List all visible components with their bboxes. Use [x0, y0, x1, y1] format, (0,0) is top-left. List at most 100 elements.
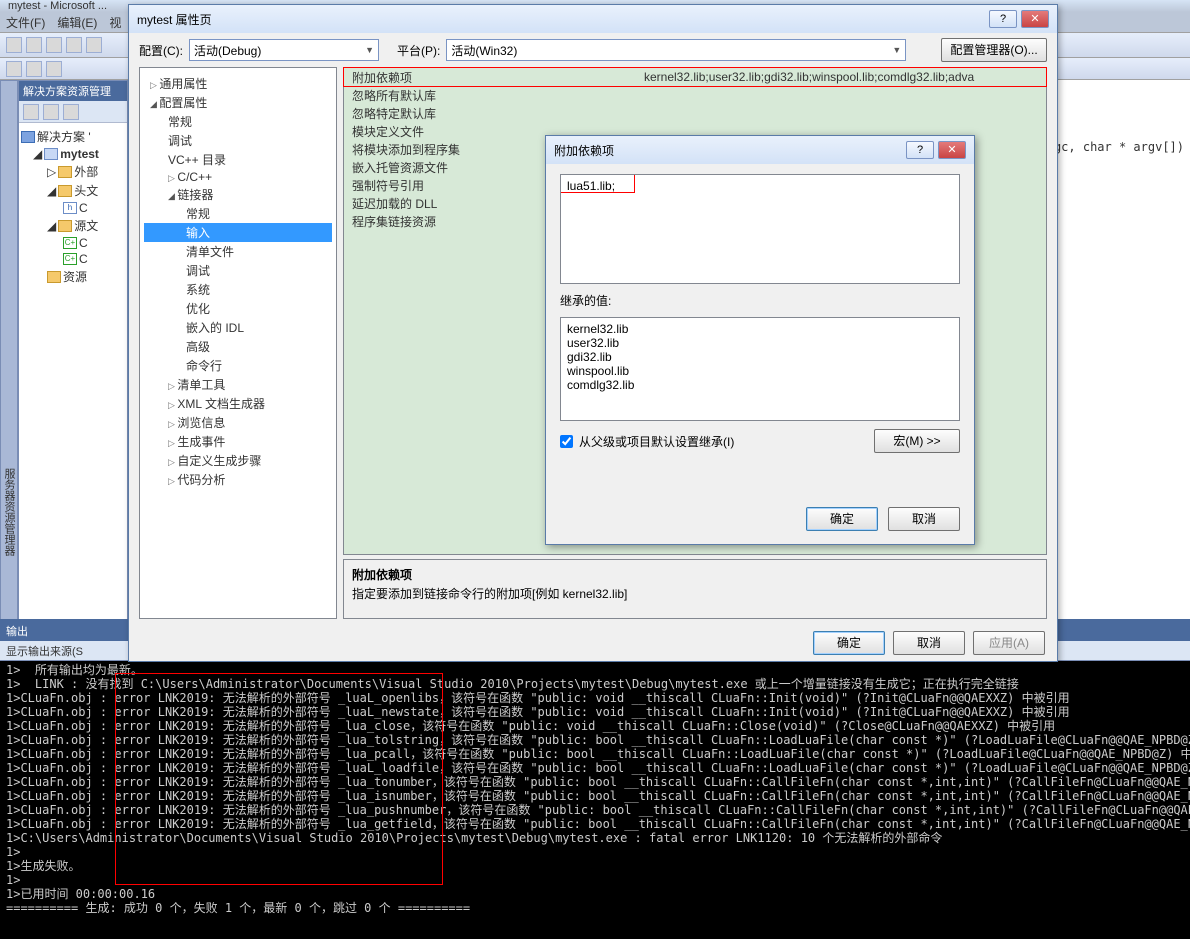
prop-tree-item[interactable]: 命令行 — [144, 356, 332, 375]
add-item-icon[interactable] — [26, 37, 42, 53]
property-tree[interactable]: 通用属性配置属性常规调试VC++ 目录C/C++链接器常规输入清单文件调试系统优… — [139, 67, 337, 619]
output-body[interactable]: 1> 所有输出均为最新。 1> LINK : 没有找到 C:\Users\Adm… — [0, 661, 1190, 939]
prop-tree-item[interactable]: C/C++ — [144, 169, 332, 185]
cpp-file-icon: C+ — [63, 237, 77, 249]
properties-icon[interactable] — [23, 104, 39, 120]
grid-value: kernel32.lib;user32.lib;gdi32.lib;winspo… — [644, 70, 1046, 84]
platform-combo[interactable]: 活动(Win32)▼ — [446, 39, 906, 61]
new-project-icon[interactable] — [6, 37, 22, 53]
show-all-icon[interactable] — [43, 104, 59, 120]
grid-row[interactable]: 忽略特定默认库 — [344, 104, 1046, 122]
platform-value: 活动(Win32) — [451, 42, 517, 59]
headers-folder[interactable]: ◢ 头文 — [21, 181, 125, 200]
inherit-list-item[interactable]: comdlg32.lib — [567, 378, 953, 392]
prop-tree-item[interactable]: 自定义生成步骤 — [144, 451, 332, 470]
prop-tree-item[interactable]: 浏览信息 — [144, 413, 332, 432]
prop-tree-item[interactable]: 高级 — [144, 337, 332, 356]
solution-toolbar[interactable] — [19, 101, 127, 123]
help-button[interactable]: ? — [989, 10, 1017, 28]
cpp-file-1[interactable]: C+C — [21, 235, 125, 251]
prop-tree-item[interactable]: 嵌入的 IDL — [144, 318, 332, 337]
config-label: 配置(C): — [139, 42, 183, 59]
close-button[interactable]: ✕ — [938, 141, 966, 159]
save-all-icon[interactable] — [86, 37, 102, 53]
inherit-list[interactable]: kernel32.libuser32.libgdi32.libwinspool.… — [560, 317, 960, 421]
folder-icon — [58, 220, 72, 232]
prop-tree-item[interactable]: 通用属性 — [144, 74, 332, 93]
prop-tree-item[interactable]: 配置属性 — [144, 93, 332, 112]
menu-edit[interactable]: 编辑(E) — [57, 14, 97, 31]
prop-tree-item[interactable]: 输入 — [144, 223, 332, 242]
ok-button[interactable]: 确定 — [813, 631, 885, 655]
property-top-row: 配置(C): 活动(Debug)▼ 平台(P): 活动(Win32)▼ 配置管理… — [129, 33, 1057, 67]
property-pages-titlebar[interactable]: mytest 属性页 ? ✕ — [129, 5, 1057, 33]
prop-tree-item[interactable]: 清单文件 — [144, 242, 332, 261]
project-icon — [44, 148, 58, 160]
inherit-checkbox[interactable] — [560, 435, 573, 448]
deps-textarea-value: lua51.lib; — [567, 179, 615, 193]
prop-tree-item[interactable]: 常规 — [144, 204, 332, 223]
grid-row[interactable]: 附加依赖项kernel32.lib;user32.lib;gdi32.lib;w… — [344, 68, 1046, 86]
property-pages-title: mytest 属性页 — [137, 11, 212, 28]
toolbar2-icon[interactable] — [46, 61, 62, 77]
inherit-list-item[interactable]: gdi32.lib — [567, 350, 953, 364]
desc-body: 指定要添加到链接命令行的附加项[例如 kernel32.lib] — [352, 587, 627, 601]
macros-button[interactable]: 宏(M) >> — [874, 429, 960, 453]
cpp-file-2[interactable]: C+C — [21, 251, 125, 267]
prop-tree-item[interactable]: 代码分析 — [144, 470, 332, 489]
h-file-icon: h — [63, 202, 77, 214]
save-icon[interactable] — [66, 37, 82, 53]
prop-tree-item[interactable]: 调试 — [144, 131, 332, 150]
property-description: 附加依赖项 指定要添加到链接命令行的附加项[例如 kernel32.lib] — [343, 559, 1047, 619]
cpp-file-icon: C+ — [63, 253, 77, 265]
grid-label: 忽略特定默认库 — [344, 105, 644, 122]
inherit-list-item[interactable]: kernel32.lib — [567, 322, 953, 336]
cpp1-label: C — [79, 236, 88, 250]
refresh-icon[interactable] — [63, 104, 79, 120]
prop-tree-item[interactable]: 调试 — [144, 261, 332, 280]
ext-deps[interactable]: ▷ 外部 — [21, 162, 125, 181]
close-button[interactable]: ✕ — [1021, 10, 1049, 28]
inherit-list-item[interactable]: user32.lib — [567, 336, 953, 350]
solution-root[interactable]: 解决方案 ' — [21, 127, 125, 146]
config-manager-button[interactable]: 配置管理器(O)... — [941, 38, 1047, 62]
apply-button[interactable]: 应用(A) — [973, 631, 1045, 655]
config-value: 活动(Debug) — [194, 42, 261, 59]
project-node[interactable]: ◢ mytest — [21, 146, 125, 162]
prop-tree-item[interactable]: VC++ 目录 — [144, 150, 332, 169]
deps-dialog-titlebar[interactable]: 附加依赖项 ? ✕ — [546, 136, 974, 164]
prop-tree-item[interactable]: 系统 — [144, 280, 332, 299]
prop-tree-item[interactable]: 清单工具 — [144, 375, 332, 394]
solution-icon — [21, 131, 35, 143]
cancel-button[interactable]: 取消 — [888, 507, 960, 531]
prop-tree-item[interactable]: 优化 — [144, 299, 332, 318]
open-icon[interactable] — [46, 37, 62, 53]
sources-folder[interactable]: ◢ 源文 — [21, 216, 125, 235]
grid-row[interactable]: 忽略所有默认库 — [344, 86, 1046, 104]
header-file[interactable]: hC — [21, 200, 125, 216]
cancel-button[interactable]: 取消 — [893, 631, 965, 655]
ok-button[interactable]: 确定 — [806, 507, 878, 531]
deps-textarea[interactable]: lua51.lib; — [560, 174, 960, 284]
solution-root-label: 解决方案 ' — [37, 128, 91, 145]
help-button[interactable]: ? — [906, 141, 934, 159]
resources-folder[interactable]: 资源 — [21, 267, 125, 286]
cpp2-label: C — [79, 252, 88, 266]
folder-icon — [58, 166, 72, 178]
solution-explorer-header: 解决方案资源管理 — [19, 81, 127, 101]
resources-label: 资源 — [63, 268, 87, 285]
config-combo[interactable]: 活动(Debug)▼ — [189, 39, 379, 61]
inherit-list-item[interactable]: winspool.lib — [567, 364, 953, 378]
prop-tree-item[interactable]: 生成事件 — [144, 432, 332, 451]
additional-deps-dialog: 附加依赖项 ? ✕ lua51.lib; 继承的值: kernel32.libu… — [545, 135, 975, 545]
menu-file[interactable]: 文件(F) — [6, 14, 45, 31]
editor-code-fragment: gc, char * argv[]) — [1054, 140, 1184, 154]
deps-dialog-title: 附加依赖项 — [554, 142, 614, 159]
menu-view[interactable]: 视 — [109, 14, 121, 31]
prop-tree-item[interactable]: XML 文档生成器 — [144, 394, 332, 413]
inherit-checkbox-row[interactable]: 从父级或项目默认设置继承(I) — [560, 433, 734, 450]
toolbar2-icon[interactable] — [26, 61, 42, 77]
toolbar2-icon[interactable] — [6, 61, 22, 77]
prop-tree-item[interactable]: 常规 — [144, 112, 332, 131]
prop-tree-item[interactable]: 链接器 — [144, 185, 332, 204]
